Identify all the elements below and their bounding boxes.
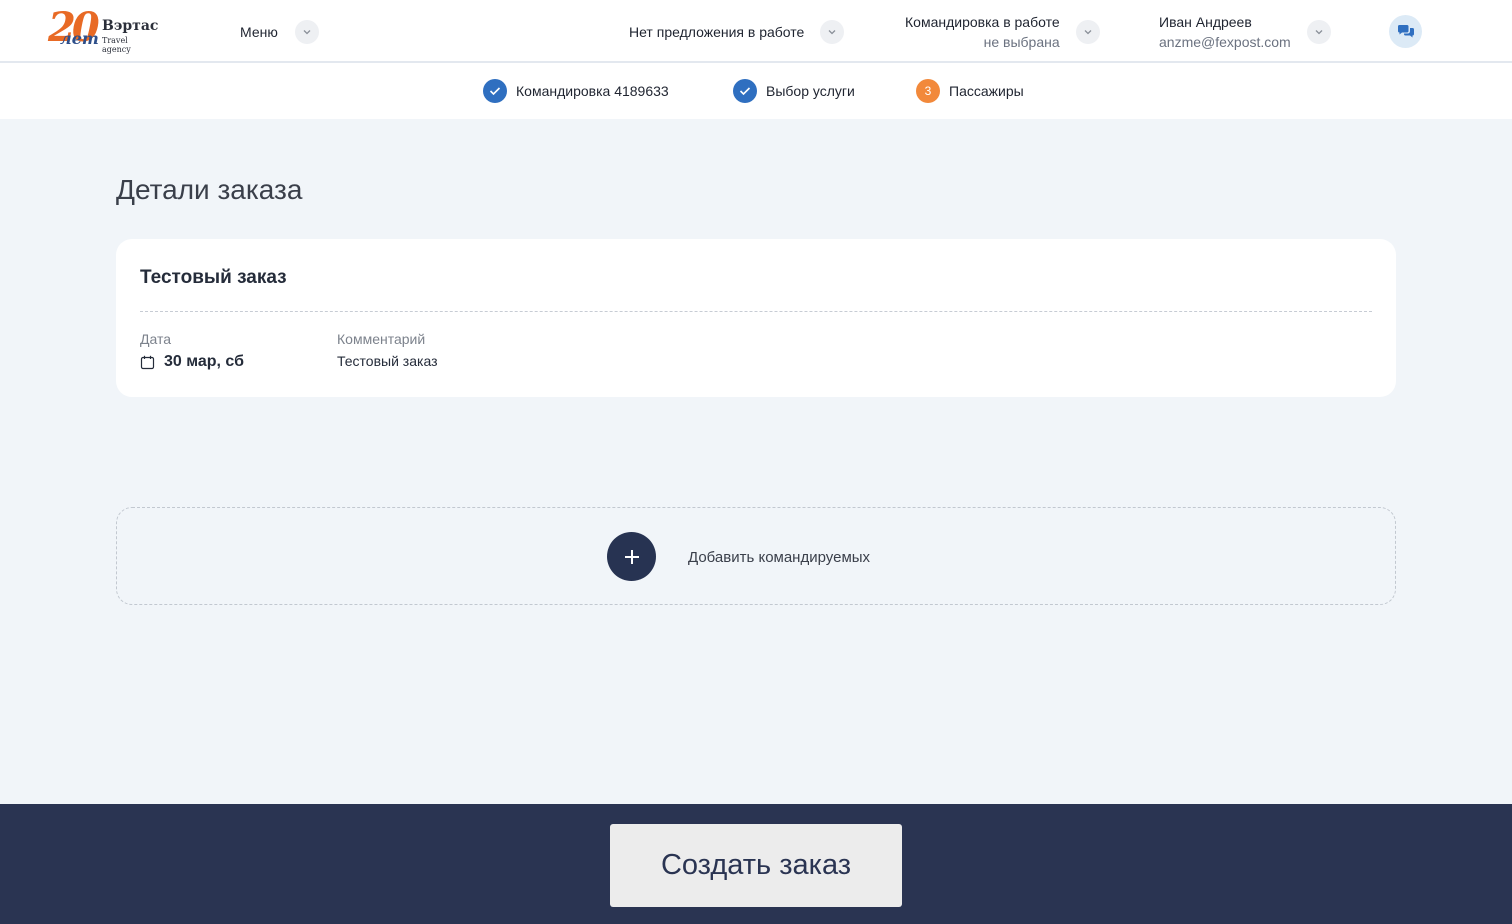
date-value: 30 мар, сб bbox=[164, 353, 244, 370]
chevron-down-icon[interactable] bbox=[1306, 19, 1331, 44]
check-icon bbox=[483, 79, 507, 103]
user-dropdown[interactable]: Иван Андреев anzme@fexpost.com bbox=[1159, 0, 1331, 63]
chevron-down-icon[interactable] bbox=[820, 19, 845, 44]
step-label: Пассажиры bbox=[949, 83, 1024, 99]
chat-button[interactable] bbox=[1389, 15, 1422, 48]
step-number: 3 bbox=[916, 79, 940, 103]
step-label: Командировка 4189633 bbox=[516, 83, 669, 99]
step-label: Выбор услуги bbox=[766, 83, 855, 99]
comment-label: Комментарий bbox=[337, 331, 426, 347]
page-title: Детали заказа bbox=[116, 174, 303, 205]
order-details-card: Тестовый заказ Дата 30 мар, сб Комментар… bbox=[116, 239, 1396, 397]
plus-icon bbox=[624, 549, 639, 564]
offer-dropdown[interactable]: Нет предложения в работе bbox=[629, 0, 845, 63]
footer-bar: Создать заказ bbox=[0, 804, 1512, 924]
user-email: anzme@fexpost.com bbox=[1159, 33, 1291, 50]
company-logo[interactable]: 20 лет Вэртас Travel agency bbox=[48, 4, 159, 54]
logo-name: Вэртас bbox=[102, 18, 159, 34]
add-travelers-button[interactable] bbox=[607, 532, 656, 581]
trip-value: не выбрана bbox=[983, 33, 1060, 50]
menu-label: Меню bbox=[240, 23, 278, 40]
add-travelers-label[interactable]: Добавить командируемых bbox=[688, 549, 870, 566]
logo-years: лет bbox=[60, 29, 99, 48]
check-icon bbox=[733, 79, 757, 103]
step-service[interactable]: Выбор услуги bbox=[733, 79, 855, 103]
comment-value: Тестовый заказ bbox=[337, 353, 438, 369]
chat-icon bbox=[1397, 24, 1414, 37]
date-field: 30 мар, сб bbox=[140, 353, 244, 371]
logo-subtitle: Travel agency bbox=[102, 36, 131, 54]
order-name: Тестовый заказ bbox=[140, 267, 287, 288]
chevron-down-icon[interactable] bbox=[1075, 19, 1100, 44]
top-header: 20 лет Вэртас Travel agency Меню Нет пре… bbox=[0, 0, 1512, 63]
step-trip[interactable]: Командировка 4189633 bbox=[483, 79, 669, 103]
progress-steps: Командировка 4189633 Выбор услуги 3 Пасс… bbox=[0, 63, 1512, 119]
trip-dropdown[interactable]: Командировка в работе не выбрана bbox=[905, 0, 1100, 63]
calendar-icon bbox=[140, 355, 155, 369]
create-order-button[interactable]: Создать заказ bbox=[610, 824, 902, 907]
divider bbox=[140, 311, 1372, 312]
user-name: Иван Андреев bbox=[1159, 13, 1252, 30]
trip-label: Командировка в работе bbox=[905, 13, 1060, 30]
add-travelers-area[interactable]: Добавить командируемых bbox=[116, 507, 1396, 605]
chevron-down-icon[interactable] bbox=[294, 19, 319, 44]
offer-label: Нет предложения в работе bbox=[629, 23, 805, 40]
date-label: Дата bbox=[140, 331, 172, 347]
menu-dropdown[interactable]: Меню bbox=[240, 0, 319, 63]
step-passengers[interactable]: 3 Пассажиры bbox=[916, 79, 1024, 103]
